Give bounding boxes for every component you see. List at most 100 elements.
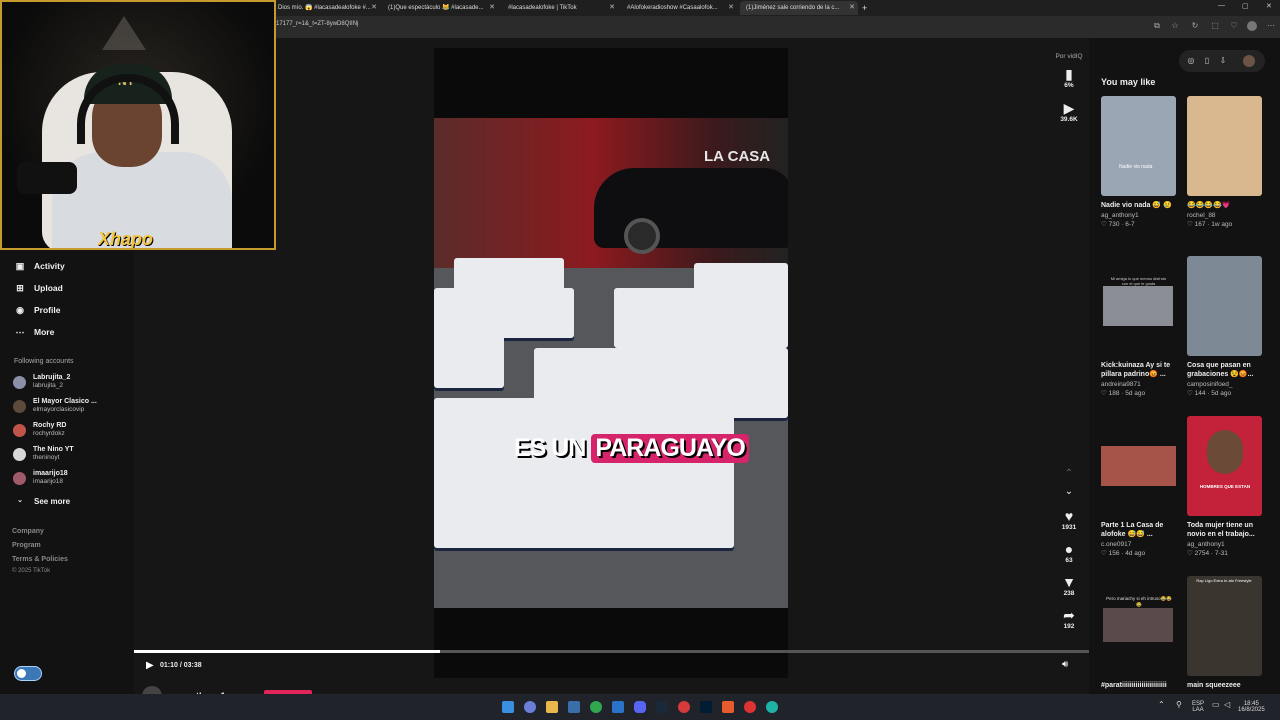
theme-toggle[interactable] xyxy=(14,666,42,681)
clock[interactable]: 18:45 16/8/2025 xyxy=(1238,701,1265,713)
new-tab-button[interactable]: + xyxy=(860,1,874,15)
close-icon[interactable]: ✕ xyxy=(489,1,495,15)
following-account[interactable]: Labrujita_2 labrujita_2 xyxy=(13,372,70,392)
account-handle: elmayorclasicovip xyxy=(33,406,85,413)
following-account[interactable]: imaarijo18 imaarijo18 xyxy=(13,468,68,488)
menu-icon[interactable]: ⋯ xyxy=(1266,21,1276,31)
stats-button[interactable]: ▮ 6% xyxy=(1054,66,1084,89)
recommended-video-card[interactable]: Rap Ligo Extra In ato Freestyle main squ… xyxy=(1187,576,1263,690)
save-button[interactable]: ▼ 238 xyxy=(1054,574,1084,597)
scroll-down-button[interactable]: ⌄ xyxy=(1054,484,1084,500)
account-handle: labrujita_2 xyxy=(33,382,63,389)
recommended-video-card[interactable]: Pero mariachy si eh intruso😂😂😂 #paratiii… xyxy=(1101,576,1177,690)
steam-icon[interactable] xyxy=(656,701,668,713)
download-icon[interactable]: ⇩ xyxy=(1217,55,1229,67)
following-account[interactable]: El Mayor Clasico ... elmayorclasicovip xyxy=(13,396,97,416)
play-icon[interactable]: ▶ xyxy=(146,660,154,671)
browser-tab-active[interactable]: (1)Jiménez sale corriendo de la c... ✕ xyxy=(740,1,858,15)
photoshop-icon[interactable] xyxy=(700,701,712,713)
video-caption: ES UN PARAGUAYO xyxy=(514,434,749,463)
window-close-icon[interactable]: ✕ xyxy=(1266,2,1272,10)
store-icon[interactable] xyxy=(568,701,580,713)
url-field[interactable]: 17177_r=1&_t=ZT-8ywD8QIINj xyxy=(276,21,358,27)
card-user: camposinifoed_ xyxy=(1187,381,1233,388)
bookmark-icon: ▼ xyxy=(1062,574,1076,590)
network-icon[interactable]: ▭ xyxy=(1212,701,1220,709)
favorites-icon[interactable]: ♡ xyxy=(1229,21,1239,31)
video-stage: LA CASA ES UN PARAGUAYO Por vidIQ ▮ 6% ▶ 3… xyxy=(134,38,1089,706)
sidebar-item-label: Upload xyxy=(34,283,63,293)
see-more-link[interactable]: ⌄ See more xyxy=(14,493,70,509)
tray-chevron-icon[interactable]: ⌃ xyxy=(1158,701,1165,709)
footer-link[interactable]: Company xyxy=(12,528,44,535)
copilot-icon[interactable] xyxy=(524,701,536,713)
video-thumbnail: Nadie vio nada xyxy=(1101,96,1176,196)
sidebar-item-profile[interactable]: ◉ Profile xyxy=(14,302,60,318)
video-player[interactable]: LA CASA ES UN PARAGUAYO xyxy=(434,118,788,608)
sidebar-item-upload[interactable]: ⊞ Upload xyxy=(14,280,63,296)
account-handle: rochyrdokz xyxy=(33,430,65,437)
volume-icon[interactable]: 🔊︎ xyxy=(1062,659,1068,670)
recommended-video-card[interactable]: Parte 1 La Casa de alofoke 😅😅 ... c.one0… xyxy=(1101,416,1177,557)
browser-tab[interactable]: Dios mío. 😱 #lacasadealofoke #... ✕ xyxy=(272,1,380,15)
footer-link[interactable]: Terms & Policies xyxy=(12,556,68,563)
browser-tab[interactable]: #Alofokeradioshow #Casaalofok... ✕ xyxy=(621,1,737,15)
recommended-video-card[interactable]: Cosa que pasan en grabaciones 😵😡... camp… xyxy=(1187,256,1263,397)
app-icon[interactable]: ⧉ xyxy=(1152,21,1162,31)
following-account[interactable]: Rochy RD rochyrdokz xyxy=(13,420,66,440)
browser-tab[interactable]: #lacasadealofoke | TikTok ✕ xyxy=(502,1,618,15)
browser-icon[interactable] xyxy=(744,701,756,713)
time-display: 01:10 / 03:38 xyxy=(160,662,202,669)
profile-avatar-icon[interactable] xyxy=(1247,21,1257,31)
comment-icon: ● xyxy=(1064,541,1074,557)
recommended-video-card[interactable]: 😂😂😂😂💗 rochel_88 ♡ 167 · 1w ago xyxy=(1187,96,1263,228)
extensions-icon[interactable]: ⬚ xyxy=(1210,21,1220,31)
card-title: Kick:kuinaza Ay si te pillara padrino😡 .… xyxy=(1101,362,1171,378)
browser-tab[interactable]: (1)Que espectáculo 😹 #lacasade... ✕ xyxy=(382,1,498,15)
streamer-logo: Xhapo xyxy=(98,229,154,249)
compass-icon[interactable]: ◎ xyxy=(1185,55,1197,67)
comment-button[interactable]: ● 63 xyxy=(1054,541,1084,564)
maximize-icon[interactable]: ▢ xyxy=(1242,2,1249,10)
star-icon[interactable]: ☆ xyxy=(1170,21,1180,31)
sidebar-item-more[interactable]: ⋯ More xyxy=(14,324,55,340)
account-handle: imaarijo18 xyxy=(33,478,63,485)
minimize-icon[interactable]: — xyxy=(1218,2,1225,9)
language-indicator[interactable]: ESP LAA xyxy=(1192,701,1204,713)
edge-icon[interactable] xyxy=(766,701,778,713)
avatar xyxy=(13,399,26,413)
tray-icon[interactable]: ⚲ xyxy=(1176,701,1182,709)
close-icon[interactable]: ✕ xyxy=(849,1,855,15)
share-button[interactable]: ➦ 192 xyxy=(1054,607,1084,630)
microphone xyxy=(17,162,77,194)
following-account[interactable]: The Nino YT theninoyt xyxy=(13,444,74,464)
close-icon[interactable]: ✕ xyxy=(728,1,734,15)
recommended-video-card[interactable]: Nadie vio nada Nadie vio nada 😅 😢 ag_ant… xyxy=(1101,96,1177,228)
outlook-icon[interactable] xyxy=(612,701,624,713)
refresh-icon[interactable]: ↻ xyxy=(1190,21,1200,31)
discord-icon[interactable] xyxy=(634,701,646,713)
toggle-knob xyxy=(17,669,26,678)
close-icon[interactable]: ✕ xyxy=(609,1,615,15)
obs-icon[interactable] xyxy=(678,701,690,713)
recommended-video-card[interactable]: HOMBRES QUE ESTAN Toda mujer tiene un no… xyxy=(1187,416,1263,557)
chrome-icon[interactable] xyxy=(590,701,602,713)
webcam-overlay: NY Xhapo xyxy=(0,0,276,250)
recommended-video-card[interactable]: Mi amiga lo que menos disfruto con el qu… xyxy=(1101,256,1177,397)
video-progress-bar[interactable] xyxy=(134,650,1089,653)
sidebar-item-activity[interactable]: ▣ Activity xyxy=(14,258,65,274)
views-button[interactable]: ▶ 39.6K xyxy=(1054,100,1084,123)
scroll-up-button[interactable]: ⌃ xyxy=(1054,466,1084,482)
mobile-icon[interactable]: ▯ xyxy=(1201,55,1213,67)
file-explorer-icon[interactable] xyxy=(546,701,558,713)
volume-icon[interactable]: ◁ xyxy=(1224,701,1230,709)
start-icon[interactable] xyxy=(502,701,514,713)
account-name: Rochy RD xyxy=(33,422,67,429)
like-button[interactable]: ♥ 1931 xyxy=(1054,508,1084,531)
user-avatar-icon[interactable] xyxy=(1243,55,1255,67)
right-toolbar: ◎ ▯ ⇩ xyxy=(1179,50,1265,72)
card-user: andreina9871 xyxy=(1101,381,1141,388)
app-icon[interactable] xyxy=(722,701,734,713)
footer-link[interactable]: Program xyxy=(12,542,41,549)
close-icon[interactable]: ✕ xyxy=(371,1,377,15)
